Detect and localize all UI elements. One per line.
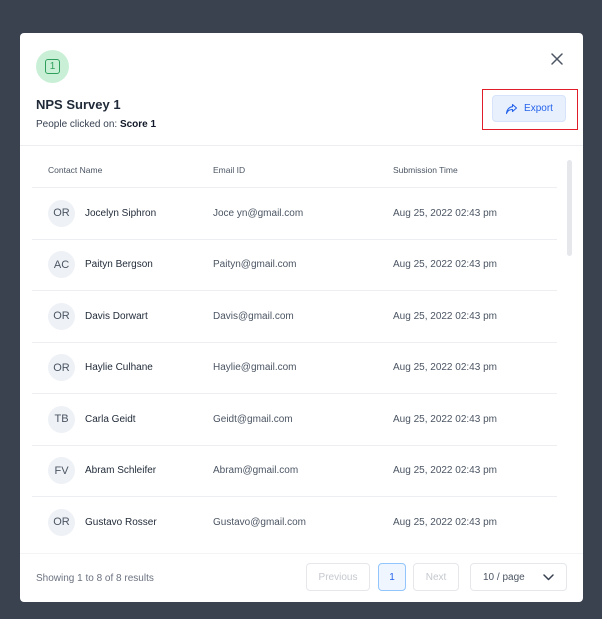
submission-time: Aug 25, 2022 02:43 pm bbox=[393, 362, 497, 374]
contact-name: Carla Geidt bbox=[85, 413, 136, 425]
cell-contact: OR Davis Dorwart bbox=[32, 302, 213, 330]
header-divider bbox=[20, 145, 583, 146]
next-page-button[interactable]: Next bbox=[413, 563, 459, 591]
share-icon bbox=[505, 103, 518, 114]
table-header: Contact Name Email ID Submission Time bbox=[32, 153, 557, 188]
survey-badge: 1 bbox=[36, 50, 69, 83]
contact-email: Joce yn@gmail.com bbox=[213, 207, 304, 219]
badge-number: 1 bbox=[49, 60, 56, 72]
export-label: Export bbox=[524, 103, 553, 114]
header-contact-name: Contact Name bbox=[48, 165, 103, 175]
cell-contact: TB Carla Geidt bbox=[32, 405, 213, 433]
table-row[interactable]: TB Carla Geidt Geidt@gmail.com Aug 25, 2… bbox=[32, 394, 557, 446]
chevron-down-icon bbox=[543, 573, 554, 580]
page-1-button[interactable]: 1 bbox=[378, 563, 406, 591]
avatar: FV bbox=[48, 457, 75, 485]
header-email: Email ID bbox=[213, 165, 246, 175]
cell-contact: OR Haylie Culhane bbox=[32, 354, 213, 382]
contact-name: Gustavo Rosser bbox=[85, 516, 157, 528]
page-size-value: 10 / page bbox=[483, 571, 525, 583]
contact-name: Davis Dorwart bbox=[85, 310, 148, 322]
modal-title: NPS Survey 1 bbox=[36, 97, 121, 112]
avatar: OR bbox=[48, 354, 75, 382]
avatar: TB bbox=[48, 405, 75, 433]
contact-name: Jocelyn Siphron bbox=[85, 207, 157, 219]
contact-email: Geidt@gmail.com bbox=[213, 413, 293, 425]
header-submission-time: Submission Time bbox=[393, 165, 458, 175]
cell-contact: AC Paityn Bergson bbox=[32, 251, 213, 279]
close-icon bbox=[551, 53, 563, 65]
contact-name: Abram Schleifer bbox=[85, 465, 157, 477]
number-badge-icon: 1 bbox=[45, 59, 60, 74]
contact-email: Abram@gmail.com bbox=[213, 465, 299, 477]
submission-time: Aug 25, 2022 02:43 pm bbox=[393, 259, 497, 271]
contact-email: Haylie@gmail.com bbox=[213, 362, 297, 374]
subtitle-score: Score 1 bbox=[119, 119, 157, 130]
page-size-select[interactable]: 10 / page bbox=[470, 563, 567, 591]
table-row[interactable]: OR Jocelyn Siphron Joce yn@gmail.com Aug… bbox=[32, 188, 557, 240]
nps-survey-modal: 1 NPS Survey 1 People clicked on: Score … bbox=[20, 33, 583, 602]
contact-email: Paityn@gmail.com bbox=[213, 259, 297, 271]
cell-contact: OR Gustavo Rosser bbox=[32, 508, 213, 536]
cell-contact: OR Jocelyn Siphron bbox=[32, 199, 213, 227]
table-row[interactable]: FV Abram Schleifer Abram@gmail.com Aug 2… bbox=[32, 446, 557, 497]
results-summary: Showing 1 to 8 of 8 results bbox=[36, 573, 154, 584]
table-row[interactable]: OR Davis Dorwart Davis@gmail.com Aug 25,… bbox=[32, 291, 557, 343]
avatar: AC bbox=[48, 251, 75, 279]
avatar: OR bbox=[48, 302, 75, 330]
table-row[interactable]: AC Paityn Bergson Paityn@gmail.com Aug 2… bbox=[32, 240, 557, 291]
submission-time: Aug 25, 2022 02:43 pm bbox=[393, 413, 497, 425]
submission-time: Aug 25, 2022 02:43 pm bbox=[393, 207, 497, 219]
submission-time: Aug 25, 2022 02:43 pm bbox=[393, 310, 497, 322]
modal-subtitle: People clicked on: Score 1 bbox=[36, 119, 156, 130]
close-button[interactable] bbox=[549, 51, 565, 67]
contact-email: Gustavo@gmail.com bbox=[213, 516, 306, 528]
previous-page-button[interactable]: Previous bbox=[306, 563, 370, 591]
table-row[interactable]: OR Haylie Culhane Haylie@gmail.com Aug 2… bbox=[32, 343, 557, 394]
avatar: OR bbox=[48, 199, 75, 227]
cell-contact: FV Abram Schleifer bbox=[32, 457, 213, 485]
table-row[interactable]: OR Gustavo Rosser Gustavo@gmail.com Aug … bbox=[32, 497, 557, 543]
export-button[interactable]: Export bbox=[492, 95, 566, 122]
contact-email: Davis@gmail.com bbox=[213, 310, 294, 322]
footer-divider bbox=[20, 553, 583, 554]
contact-name: Haylie Culhane bbox=[85, 362, 153, 374]
table-scrollbar[interactable] bbox=[567, 160, 572, 256]
subtitle-prefix: People clicked on: bbox=[36, 119, 120, 130]
submission-time: Aug 25, 2022 02:43 pm bbox=[393, 516, 497, 528]
avatar: OR bbox=[48, 508, 75, 536]
submission-time: Aug 25, 2022 02:43 pm bbox=[393, 465, 497, 477]
contacts-table: Contact Name Email ID Submission Time OR… bbox=[32, 153, 557, 543]
contact-name: Paityn Bergson bbox=[85, 259, 153, 271]
